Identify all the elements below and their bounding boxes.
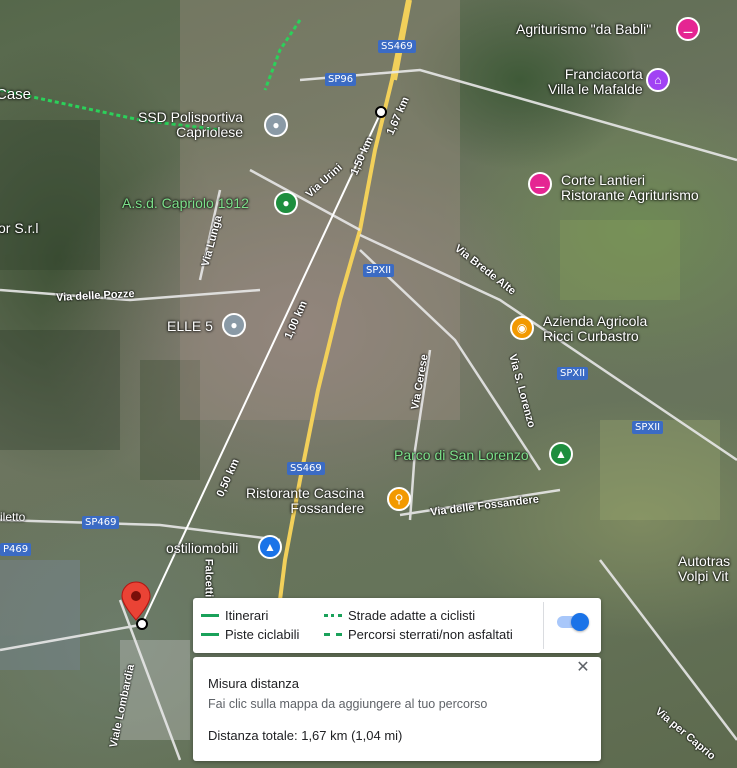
measure-hint: Fai clic sulla mappa da aggiungere al tu… — [208, 697, 488, 711]
park-icon[interactable]: ▲ — [549, 442, 573, 466]
legend-itinerari: Itinerari — [201, 608, 268, 623]
divider — [543, 602, 544, 649]
poi-label-line: Ristorante Cascina — [246, 485, 365, 501]
road-shield: SP469 — [82, 516, 120, 529]
measure-title: Misura distanza — [208, 676, 300, 691]
dashed-line-icon — [324, 633, 342, 636]
winery-icon[interactable]: ◉ — [510, 316, 534, 340]
poi-label-line: Fossandere — [290, 500, 365, 516]
poi-label[interactable]: ostiliomobili — [166, 541, 238, 556]
road-shield: SPXII — [632, 421, 664, 434]
place-label: Case — [0, 86, 32, 103]
poi-label-line: Capriolese — [176, 124, 244, 140]
measure-total: Distanza totale: 1,67 km (1,04 mi) — [208, 728, 403, 743]
map-canvas[interactable]: SS469 SP96 SPXII SPXII SPXII SS469 SP469… — [0, 0, 737, 768]
road-name: Falcetti — [202, 558, 215, 598]
poi-label-line: Franciacorta — [564, 66, 643, 82]
measure-startpoint[interactable] — [136, 618, 148, 630]
restaurant-icon[interactable]: ⚲ — [387, 487, 411, 511]
measure-distance-card: ✕ Misura distanza Fai clic sulla mappa d… — [193, 657, 601, 761]
road-shield: P469 — [0, 543, 32, 556]
road-shield: SPXII — [557, 367, 589, 380]
legend-label: Strade adatte a ciclisti — [348, 608, 476, 623]
poi-label[interactable]: SSD Polisportiva Capriolese — [138, 110, 243, 140]
legend-label: Percorsi sterrati/non asfaltati — [348, 627, 513, 642]
poi-label[interactable]: Azienda Agricola Ricci Curbastro — [543, 314, 647, 344]
shopping-icon[interactable]: ▲ — [258, 535, 282, 559]
legend-piste: Piste ciclabili — [201, 627, 299, 642]
poi-label[interactable]: Autotras Volpi Vit — [678, 554, 730, 584]
poi-label-line: Corte Lantieri — [561, 172, 646, 188]
sports-icon[interactable]: ● — [274, 191, 298, 215]
place-icon[interactable]: ● — [222, 313, 246, 337]
place-icon[interactable]: ● — [264, 113, 288, 137]
poi-label[interactable]: Agriturismo "da Babli" — [516, 22, 651, 37]
solid-line-icon — [201, 633, 219, 636]
legend-label: Itinerari — [225, 608, 269, 623]
road-shield: SP96 — [325, 73, 357, 86]
bike-legend-panel: Itinerari Piste ciclabili Strade adatte … — [193, 598, 601, 653]
legend-percorsi: Percorsi sterrati/non asfaltati — [324, 627, 513, 642]
road-shield: SS469 — [378, 40, 416, 53]
hotel-icon[interactable]: ⚊ — [528, 172, 552, 196]
poi-label-line: SSD Polisportiva — [138, 109, 244, 125]
poi-label[interactable]: A.s.d. Capriolo 1912 — [122, 196, 249, 211]
hotel-icon[interactable]: ⚊ — [676, 17, 700, 41]
measure-endpoint[interactable] — [375, 106, 387, 118]
road-shield: SS469 — [287, 462, 325, 475]
close-icon[interactable]: ✕ — [575, 660, 591, 676]
toggle-knob[interactable] — [571, 613, 589, 631]
bike-layer-toggle[interactable] — [557, 613, 589, 631]
poi-label-line: Volpi Vit — [678, 568, 729, 584]
poi-label[interactable]: Franciacorta Villa le Mafalde — [548, 67, 643, 97]
landmark-icon[interactable]: ⌂ — [646, 68, 670, 92]
poi-label-line: Azienda Agricola — [543, 313, 648, 329]
poi-label[interactable]: Ristorante Cascina Fossandere — [246, 486, 364, 516]
poi-label-line: Villa le Mafalde — [548, 81, 643, 97]
road-shield: SPXII — [363, 264, 395, 277]
legend-label: Piste ciclabili — [225, 627, 300, 642]
poi-label-line: Autotras — [678, 553, 731, 569]
place-label: or S.r.l — [0, 220, 39, 236]
legend-strade: Strade adatte a ciclisti — [324, 608, 475, 623]
place-label: iletto — [0, 510, 26, 524]
poi-label-line: Ristorante Agriturismo — [561, 187, 699, 203]
poi-label[interactable]: Parco di San Lorenzo — [394, 448, 529, 463]
poi-label-line: Ricci Curbastro — [543, 328, 639, 344]
solid-line-icon — [201, 614, 219, 617]
dotted-line-icon — [324, 614, 342, 617]
poi-label[interactable]: Corte Lantieri Ristorante Agriturismo — [561, 173, 699, 203]
poi-label[interactable]: ELLE 5 — [167, 319, 213, 334]
